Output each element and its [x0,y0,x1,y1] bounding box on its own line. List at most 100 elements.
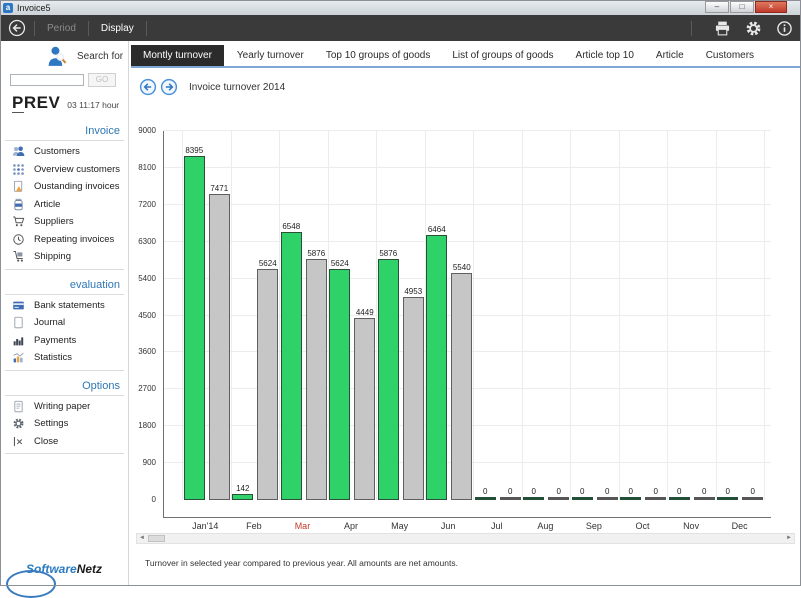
settings-gear-icon[interactable] [745,20,762,37]
go-button[interactable]: GO [88,73,116,87]
scroll-right-icon[interactable]: ► [785,535,793,542]
bar-slot: 0 [742,487,763,500]
info-icon[interactable] [776,20,793,37]
bar [257,269,278,500]
bar-value-label: 5540 [453,263,471,272]
section-header-evaluation: evaluation [0,279,128,291]
y-tick-label: 0 [130,495,156,504]
x-tick-apr: Apr [327,521,376,531]
bar-slot: 0 [597,487,618,500]
sidebar-item-article[interactable]: Article [0,196,128,214]
turnover-chart: 0900180027003600450054006300720081009000… [130,100,798,540]
y-tick-label: 2700 [130,384,156,393]
y-tick-label: 7200 [130,200,156,209]
display-button[interactable]: Display [97,23,138,34]
y-tick-label: 8100 [130,163,156,172]
tab-yearly-turnover[interactable]: Yearly turnover [228,45,313,66]
bar-slot: 8395 [184,146,205,500]
search-person-icon [46,45,68,68]
sidebar-item-suppliers[interactable]: Suppliers [0,213,128,231]
x-tick-mar: Mar [278,521,327,531]
sidebar-item-close[interactable]: Close [0,433,128,451]
sidebar-item-journal[interactable]: Journal [0,314,128,332]
period-button[interactable]: Period [43,23,80,34]
sidebar-item-shipping[interactable]: Shipping [0,248,128,266]
print-icon[interactable] [714,20,731,37]
sidebar-item-label: Settings [34,418,68,429]
next-year-icon[interactable] [160,78,178,96]
sidebar-item-label: Repeating invoices [34,234,114,245]
back-icon[interactable] [8,19,26,37]
sidebar-item-label: Oustanding invoices [34,181,120,192]
bar [426,235,447,500]
close-window-button[interactable]: × [755,1,787,13]
section-header-options: Options [0,380,128,392]
bar [645,497,666,500]
section-divider [5,269,124,270]
section-divider [5,453,124,454]
sidebar-item-overview-customers[interactable]: Overview customers [0,161,128,179]
sidebar-item-customers[interactable]: Customers [0,143,128,161]
x-tick-nov: Nov [667,521,716,531]
tab-underline [131,66,801,68]
search-input[interactable] [10,74,84,86]
bar [597,497,618,500]
tab-montly-turnover[interactable]: Montly turnover [131,45,224,66]
sidebar-item-label: Shipping [34,251,71,262]
sidebar-item-label: Overview customers [34,164,120,175]
scroll-left-icon[interactable]: ◄ [138,535,146,542]
sidebar-item-label: Journal [34,317,65,328]
tab-article[interactable]: Article [647,45,693,66]
month-column-jan14: 8395 7471 [182,131,231,500]
bar [669,497,690,500]
customers-icon [12,145,25,158]
section-header-invoice: Invoice [0,125,128,137]
maximize-button[interactable]: □ [730,1,754,13]
bar-value-label: 0 [677,487,681,496]
toolbar-separator [146,21,147,36]
bar-value-label: 7471 [210,184,228,193]
month-column-oct: 00 [619,131,668,500]
scrollbar-thumb[interactable] [148,535,165,542]
bar-value-label: 0 [532,487,536,496]
bar-slot: 6548 [281,222,302,500]
sidebar-item-statistics[interactable]: Statistics [0,349,128,367]
toolbar-separator [88,21,89,36]
previous-year-icon[interactable] [139,78,157,96]
minimize-button[interactable]: – [705,1,729,13]
bar [354,318,375,500]
horizontal-scrollbar[interactable]: ◄ ► [136,533,795,544]
bar [184,156,205,500]
month-column-nov: 00 [667,131,716,500]
bar [694,497,715,500]
tab-article-top-10[interactable]: Article top 10 [567,45,643,66]
window-title: Invoice5 [17,3,51,13]
bar-slot: 0 [523,487,544,500]
sidebar-item-label: Article [34,199,60,210]
bar-value-label: 5876 [307,249,325,258]
journal-icon [12,316,25,329]
sidebar-item-oustanding-invoices[interactable]: Oustanding invoices [0,178,128,196]
bar [232,494,253,500]
sidebar-item-writing-paper[interactable]: Writing paper [0,398,128,416]
prev-label[interactable]: PREV [12,93,60,113]
sidebar-item-repeating-invoices[interactable]: Repeating invoices [0,231,128,249]
sidebar-item-label: Customers [34,146,80,157]
month-column-dec: 00 [716,131,766,500]
sidebar-item-payments[interactable]: Payments [0,332,128,350]
sidebar-item-label: Statistics [34,352,72,363]
bar-value-label: 4953 [404,287,422,296]
outstanding-invoices-icon [12,180,25,193]
sidebar-item-bank-statements[interactable]: Bank statements [0,297,128,315]
bar-value-label: 5624 [259,259,277,268]
sidebar-item-settings[interactable]: Settings [0,415,128,433]
sidebar: Search for GO PREV 03 11:17 hour Invoice… [0,41,129,586]
plot-area: 8395747114256246548587656244449587649536… [164,131,771,500]
tab-list-of-groups-of-goods[interactable]: List of groups of goods [443,45,562,66]
bar-value-label: 5876 [379,249,397,258]
tab-customers[interactable]: Customers [697,45,763,66]
bar-slot: 0 [548,487,569,500]
x-tick-may: May [375,521,424,531]
tab-top-10-groups-of-goods[interactable]: Top 10 groups of goods [317,45,440,66]
bar-slot: 0 [669,487,690,500]
